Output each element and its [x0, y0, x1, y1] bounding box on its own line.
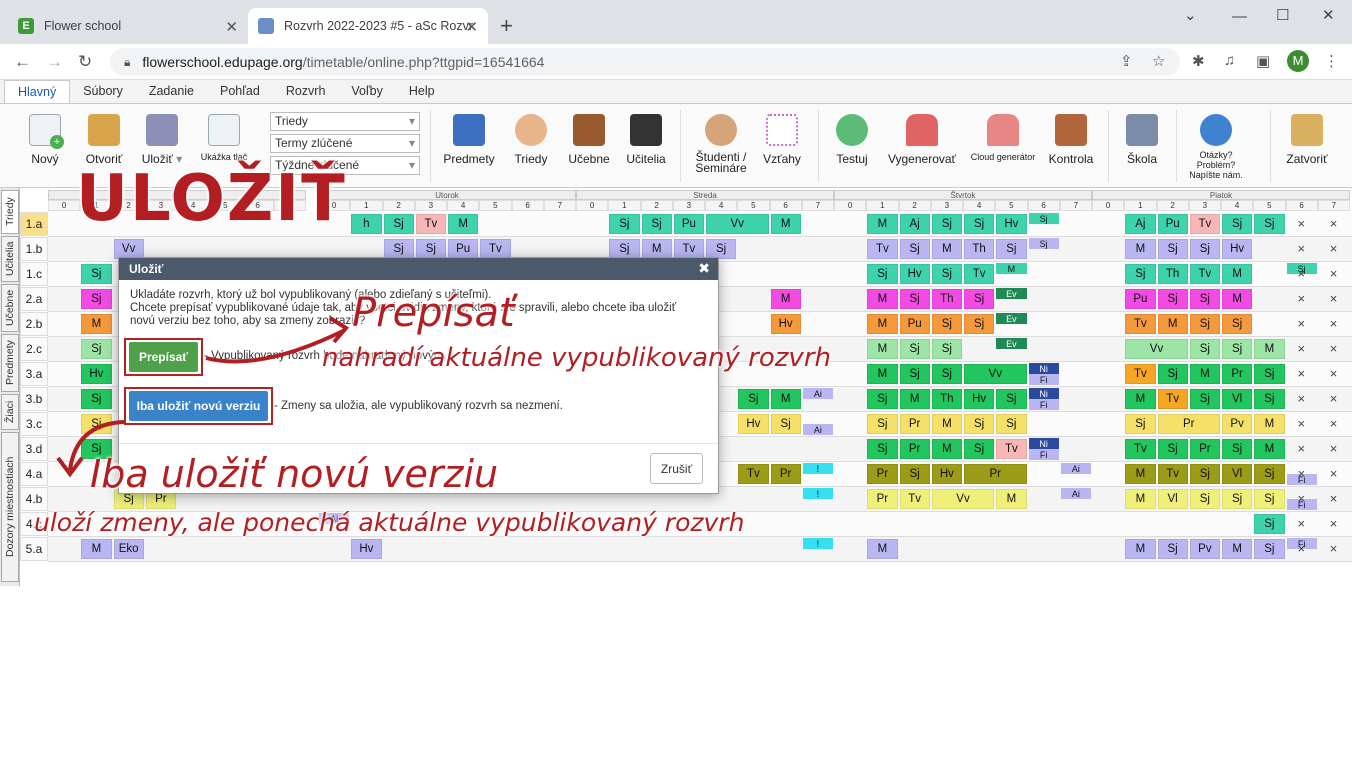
- annotation-overwrite: Prepísať: [352, 290, 515, 336]
- annotation-save-version-sub: uloží zmeny, ale ponechá aktuálne vypubl…: [34, 508, 745, 537]
- annotation-arrows: [56, 316, 350, 478]
- bottom-fade: [0, 708, 1352, 774]
- annotation-overwrite-sub: nahradí aktuálne vypublikovaný rozvrh: [322, 343, 831, 373]
- annotation-title: ULOŽIŤ: [76, 162, 347, 236]
- arrowhead-overwrite-icon: [328, 316, 350, 344]
- annotation-save-version: Iba uložiť novú verziu: [90, 452, 499, 496]
